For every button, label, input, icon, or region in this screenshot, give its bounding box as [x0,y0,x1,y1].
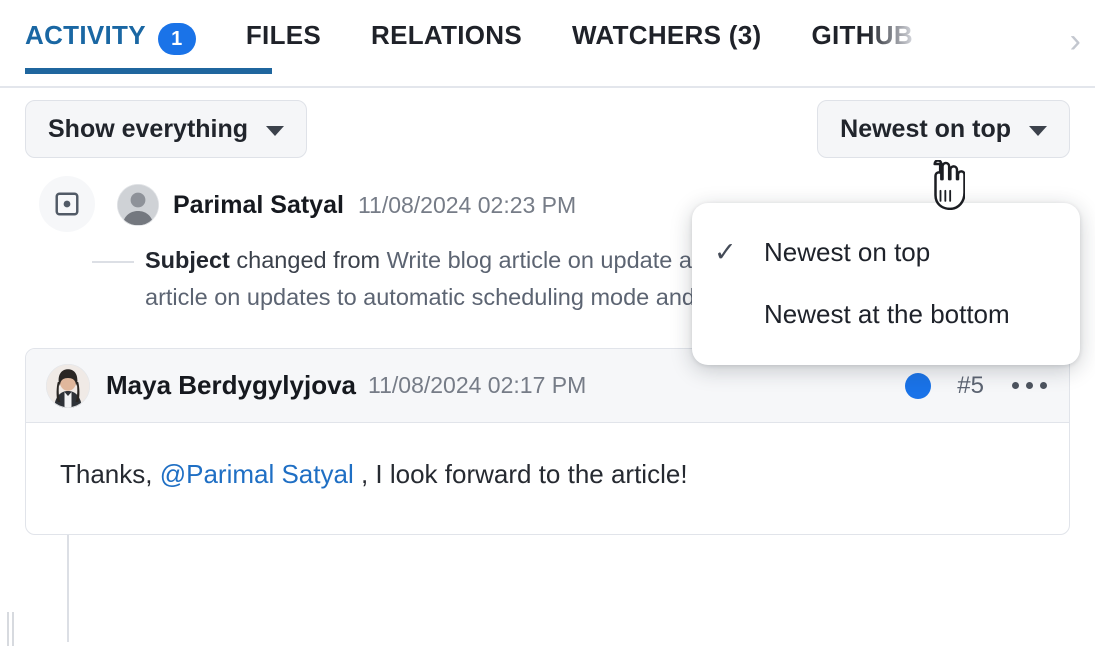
activity-toolbar: Show everything Newest on top [0,88,1095,170]
activity-changed-from-label: changed from [236,247,380,273]
avatar[interactable] [117,184,159,226]
comment-card: Maya Berdygylyjova 11/08/2024 02:17 PM #… [25,348,1070,535]
avatar[interactable] [46,364,90,408]
comment-body-prefix: Thanks, [60,459,160,489]
sort-option-newest-on-top-label: Newest on top [764,237,930,268]
status-badge [905,373,931,399]
sort-dropdown-label: Newest on top [840,115,1011,144]
comment-mention-link[interactable]: @Parimal Satyal [160,459,354,489]
chevron-right-icon[interactable]: › [1070,24,1081,58]
tab-active-underline [25,68,272,74]
timeline-connector-horizontal [92,261,134,263]
comment-author-name[interactable]: Maya Berdygylyjova [106,370,356,401]
comment-timestamp: 11/08/2024 02:17 PM [368,372,586,399]
comment-number: #5 [957,372,984,400]
tab-relations[interactable]: RELATIONS [371,0,544,86]
filter-dropdown-button[interactable]: Show everything [25,100,307,158]
check-icon: ✓ [714,239,764,266]
work-package-tabbar: ACTIVITY 1 FILES RELATIONS WATCHERS (3) … [0,0,1095,88]
filter-dropdown-label: Show everything [48,115,248,144]
tab-watchers-label: WATCHERS (3) [572,22,761,49]
comment-header-actions: #5 [905,372,1049,400]
sort-option-newest-on-top[interactable]: ✓ Newest on top [692,221,1080,283]
tab-activity-badge: 1 [158,23,196,55]
activity-timestamp: 11/08/2024 02:23 PM [358,192,576,219]
activity-user-name[interactable]: Parimal Satyal [173,191,344,220]
activity-changed-field: Subject [145,247,230,273]
comment-body-suffix: , I look forward to the article! [354,459,688,489]
chevron-down-icon [266,126,284,136]
activity-entry-meta: Parimal Satyal 11/08/2024 02:23 PM [117,176,576,226]
tab-watchers[interactable]: WATCHERS (3) [572,0,783,86]
tab-activity-label: ACTIVITY [25,22,146,49]
work-package-change-icon [39,176,95,232]
sort-option-newest-at-bottom[interactable]: Newest at the bottom [692,283,1080,345]
sort-dropdown-menu: ✓ Newest on top Newest at the bottom [692,203,1080,365]
kebab-menu-icon[interactable] [1010,378,1049,393]
comment-body: Thanks, @Parimal Satyal , I look forward… [26,423,1069,534]
chevron-down-icon [1029,126,1047,136]
tab-github[interactable]: GITHUB [811,0,934,86]
tab-activity[interactable]: ACTIVITY 1 [25,0,218,86]
tab-github-label: GITHUB [811,22,912,49]
sort-option-newest-at-bottom-label: Newest at the bottom [764,299,1010,330]
sort-dropdown-button[interactable]: Newest on top [817,100,1070,158]
resize-handle-icon[interactable] [7,612,15,646]
tab-files-label: FILES [246,22,321,49]
tab-files[interactable]: FILES [246,0,343,86]
tab-relations-label: RELATIONS [371,22,522,49]
